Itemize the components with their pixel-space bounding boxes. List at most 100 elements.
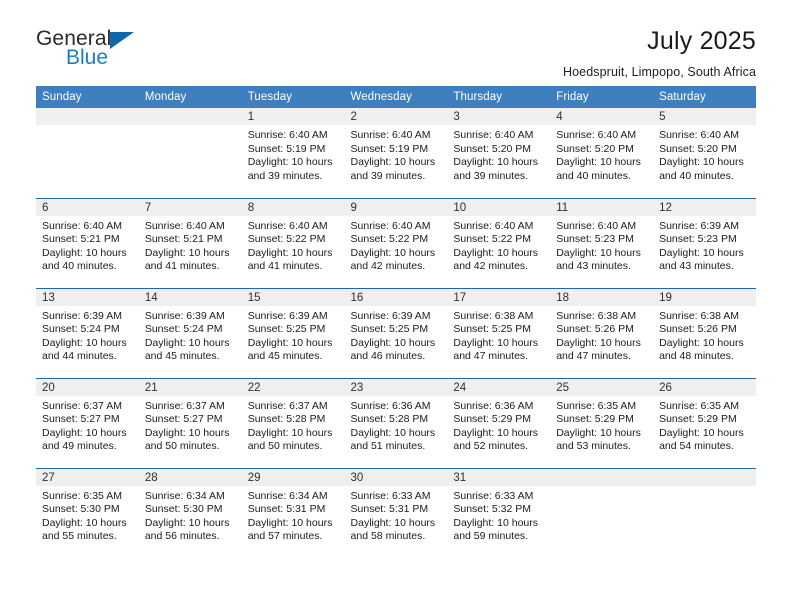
sunrise-text: Sunrise: 6:40 AM bbox=[247, 219, 328, 232]
day-cell[interactable]: 1 Sunrise: 6:40 AM Sunset: 5:19 PM Dayli… bbox=[241, 108, 345, 199]
brand-logo[interactable]: General Blue bbox=[36, 28, 186, 80]
calendar-page: General Blue July 2025 Hoedspruit, Limpo… bbox=[0, 0, 792, 612]
daylight-text-line2: and 50 minutes. bbox=[144, 440, 220, 453]
day-number: 1 bbox=[241, 108, 345, 125]
day-number: 19 bbox=[653, 288, 756, 306]
sunrise-text: Sunrise: 6:40 AM bbox=[556, 129, 637, 141]
sunset-text: Sunset: 5:19 PM bbox=[350, 142, 429, 155]
sunrise-text: Sunrise: 6:37 AM bbox=[247, 399, 328, 412]
day-cell[interactable]: 7 Sunrise: 6:40 AM Sunset: 5:21 PM Dayli… bbox=[138, 198, 242, 289]
daylight-text-line1: Daylight: 10 hours bbox=[453, 246, 539, 259]
day-cell[interactable]: 15 Sunrise: 6:39 AM Sunset: 5:25 PM Dayl… bbox=[241, 288, 345, 379]
day-number: 20 bbox=[36, 378, 139, 396]
day-number: 10 bbox=[447, 198, 551, 216]
day-details: Sunrise: 6:39 AM Sunset: 5:23 PM Dayligh… bbox=[653, 216, 756, 274]
day-details: Sunrise: 6:37 AM Sunset: 5:28 PM Dayligh… bbox=[242, 396, 345, 454]
weekday-header-friday: Friday bbox=[550, 86, 654, 108]
weekday-header-wednesday: Wednesday bbox=[344, 86, 448, 108]
day-cell[interactable]: 17 Sunrise: 6:38 AM Sunset: 5:25 PM Dayl… bbox=[447, 288, 551, 379]
day-cell[interactable]: 18 Sunrise: 6:38 AM Sunset: 5:26 PM Dayl… bbox=[550, 288, 654, 379]
sunset-text: Sunset: 5:29 PM bbox=[556, 413, 634, 426]
day-cell[interactable]: 3 Sunrise: 6:40 AM Sunset: 5:20 PM Dayli… bbox=[447, 108, 551, 199]
day-cell[interactable]: 29 Sunrise: 6:34 AM Sunset: 5:31 PM Dayl… bbox=[241, 468, 345, 558]
day-cell[interactable]: 4 Sunrise: 6:40 AM Sunset: 5:20 PM Dayli… bbox=[550, 108, 654, 199]
day-number: 4 bbox=[550, 108, 654, 125]
day-details: Sunrise: 6:38 AM Sunset: 5:26 PM Dayligh… bbox=[653, 306, 756, 364]
daylight-text-line2: and 45 minutes. bbox=[247, 350, 323, 363]
day-number: 29 bbox=[241, 468, 345, 486]
day-cell[interactable]: 26 Sunrise: 6:35 AM Sunset: 5:29 PM Dayl… bbox=[653, 378, 756, 469]
day-number: 30 bbox=[344, 468, 448, 486]
day-number: 31 bbox=[447, 468, 551, 486]
daylight-text-line2: and 53 minutes. bbox=[556, 440, 631, 453]
sunset-text: Sunset: 5:29 PM bbox=[453, 413, 532, 426]
day-cell[interactable]: 27 Sunrise: 6:35 AM Sunset: 5:30 PM Dayl… bbox=[36, 468, 139, 558]
sunset-text: Sunset: 5:31 PM bbox=[247, 503, 326, 516]
day-cell[interactable]: 25 Sunrise: 6:35 AM Sunset: 5:29 PM Dayl… bbox=[550, 378, 654, 469]
day-details: Sunrise: 6:40 AM Sunset: 5:19 PM Dayligh… bbox=[242, 125, 345, 183]
sunset-text: Sunset: 5:22 PM bbox=[247, 233, 326, 246]
daylight-text-line1: Daylight: 10 hours bbox=[556, 246, 641, 259]
day-cell[interactable]: 13 Sunrise: 6:39 AM Sunset: 5:24 PM Dayl… bbox=[36, 288, 139, 379]
daylight-text-line1: Daylight: 10 hours bbox=[247, 516, 333, 529]
weekday-header-thursday: Thursday bbox=[447, 86, 551, 108]
day-cell[interactable] bbox=[36, 108, 139, 199]
day-cell[interactable]: 28 Sunrise: 6:34 AM Sunset: 5:30 PM Dayl… bbox=[138, 468, 242, 558]
day-cell[interactable]: 31 Sunrise: 6:33 AM Sunset: 5:32 PM Dayl… bbox=[447, 468, 551, 558]
sunrise-text: Sunrise: 6:39 AM bbox=[247, 309, 328, 322]
day-cell[interactable]: 30 Sunrise: 6:33 AM Sunset: 5:31 PM Dayl… bbox=[344, 468, 448, 558]
sunset-text: Sunset: 5:28 PM bbox=[350, 413, 429, 426]
sunrise-text: Sunrise: 6:34 AM bbox=[144, 489, 225, 502]
day-details: Sunrise: 6:35 AM Sunset: 5:29 PM Dayligh… bbox=[550, 396, 653, 454]
sunrise-text: Sunrise: 6:39 AM bbox=[144, 309, 225, 322]
day-number: 11 bbox=[550, 198, 654, 216]
daylight-text-line1: Daylight: 10 hours bbox=[247, 246, 333, 259]
day-cell[interactable]: 6 Sunrise: 6:40 AM Sunset: 5:21 PM Dayli… bbox=[36, 198, 139, 289]
day-cell[interactable]: 2 Sunrise: 6:40 AM Sunset: 5:19 PM Dayli… bbox=[344, 108, 448, 199]
day-cell[interactable] bbox=[138, 108, 242, 199]
daylight-text-line1: Daylight: 10 hours bbox=[659, 156, 744, 169]
daylight-text-line1: Daylight: 10 hours bbox=[42, 426, 127, 439]
daylight-text-line1: Daylight: 10 hours bbox=[42, 516, 127, 529]
day-cell[interactable]: 23 Sunrise: 6:36 AM Sunset: 5:28 PM Dayl… bbox=[344, 378, 448, 469]
sunset-text: Sunset: 5:26 PM bbox=[659, 323, 737, 336]
daylight-text-line2: and 44 minutes. bbox=[42, 350, 117, 363]
sunset-text: Sunset: 5:23 PM bbox=[659, 233, 737, 246]
day-details: Sunrise: 6:35 AM Sunset: 5:30 PM Dayligh… bbox=[36, 486, 139, 544]
daylight-text-line1: Daylight: 10 hours bbox=[42, 336, 127, 349]
day-cell[interactable]: 14 Sunrise: 6:39 AM Sunset: 5:24 PM Dayl… bbox=[138, 288, 242, 379]
day-cell[interactable]: 24 Sunrise: 6:36 AM Sunset: 5:29 PM Dayl… bbox=[447, 378, 551, 469]
day-number bbox=[36, 108, 139, 125]
sunset-text: Sunset: 5:31 PM bbox=[350, 503, 429, 516]
day-cell[interactable]: 16 Sunrise: 6:39 AM Sunset: 5:25 PM Dayl… bbox=[344, 288, 448, 379]
day-number: 27 bbox=[36, 468, 139, 486]
daylight-text-line1: Daylight: 10 hours bbox=[556, 336, 641, 349]
daylight-text-line2: and 40 minutes. bbox=[556, 169, 631, 182]
day-cell[interactable] bbox=[653, 468, 756, 558]
calendar-grid: Sunday Monday Tuesday Wednesday Thursday… bbox=[36, 86, 756, 558]
day-details: Sunrise: 6:34 AM Sunset: 5:30 PM Dayligh… bbox=[139, 486, 242, 544]
sunset-text: Sunset: 5:24 PM bbox=[42, 323, 120, 336]
day-cell[interactable]: 12 Sunrise: 6:39 AM Sunset: 5:23 PM Dayl… bbox=[653, 198, 756, 289]
day-cell[interactable]: 20 Sunrise: 6:37 AM Sunset: 5:27 PM Dayl… bbox=[36, 378, 139, 469]
day-details: Sunrise: 6:40 AM Sunset: 5:21 PM Dayligh… bbox=[36, 216, 139, 274]
day-details: Sunrise: 6:40 AM Sunset: 5:21 PM Dayligh… bbox=[139, 216, 242, 274]
daylight-text-line1: Daylight: 10 hours bbox=[350, 426, 436, 439]
day-cell[interactable]: 9 Sunrise: 6:40 AM Sunset: 5:22 PM Dayli… bbox=[344, 198, 448, 289]
day-number: 8 bbox=[241, 198, 345, 216]
day-cell[interactable]: 11 Sunrise: 6:40 AM Sunset: 5:23 PM Dayl… bbox=[550, 198, 654, 289]
sunset-text: Sunset: 5:20 PM bbox=[556, 142, 634, 155]
daylight-text-line2: and 43 minutes. bbox=[659, 260, 734, 273]
daylight-text-line2: and 52 minutes. bbox=[453, 440, 529, 453]
daylight-text-line1: Daylight: 10 hours bbox=[453, 336, 539, 349]
day-cell[interactable]: 10 Sunrise: 6:40 AM Sunset: 5:22 PM Dayl… bbox=[447, 198, 551, 289]
day-cell[interactable]: 21 Sunrise: 6:37 AM Sunset: 5:27 PM Dayl… bbox=[138, 378, 242, 469]
daylight-text-line2: and 55 minutes. bbox=[42, 530, 117, 543]
day-cell[interactable]: 19 Sunrise: 6:38 AM Sunset: 5:26 PM Dayl… bbox=[653, 288, 756, 379]
day-cell[interactable]: 22 Sunrise: 6:37 AM Sunset: 5:28 PM Dayl… bbox=[241, 378, 345, 469]
day-details: Sunrise: 6:40 AM Sunset: 5:20 PM Dayligh… bbox=[653, 125, 756, 183]
day-cell[interactable]: 8 Sunrise: 6:40 AM Sunset: 5:22 PM Dayli… bbox=[241, 198, 345, 289]
day-cell[interactable] bbox=[550, 468, 654, 558]
day-number: 24 bbox=[447, 378, 551, 396]
day-cell[interactable]: 5 Sunrise: 6:40 AM Sunset: 5:20 PM Dayli… bbox=[653, 108, 756, 199]
